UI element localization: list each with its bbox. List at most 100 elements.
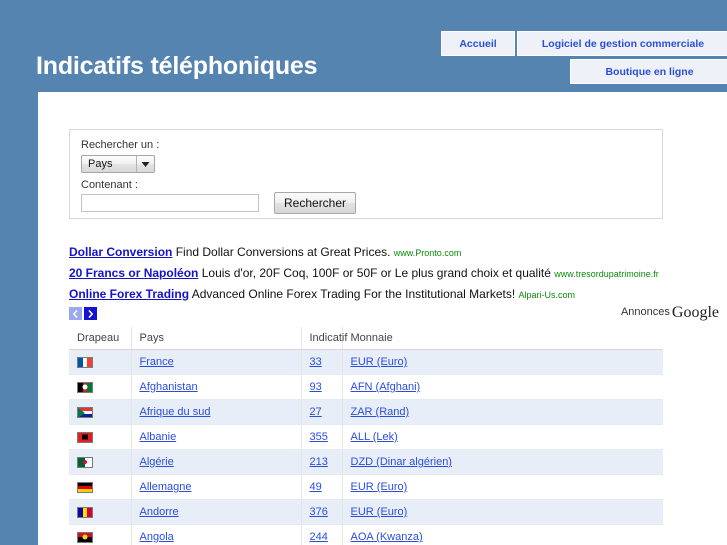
ads-attribution-label: Annonces	[620, 306, 670, 318]
cell-flag	[69, 524, 132, 545]
search-input[interactable]	[81, 194, 259, 212]
cell-indicatif: 27	[301, 399, 343, 425]
cell-monnaie: ZAR (Rand)	[342, 399, 663, 425]
nav-tab-logiciel[interactable]: Logiciel de gestion commerciale	[517, 31, 727, 56]
search-submit-button[interactable]: Rechercher	[274, 192, 357, 214]
cell-monnaie: AFN (Afghani)	[342, 374, 663, 400]
code-link[interactable]: 244	[310, 531, 328, 543]
country-link[interactable]: Albanie	[140, 431, 177, 443]
table-header-row: Drapeau Pays Indicatif Monnaie	[69, 327, 663, 350]
table-row: Albanie 355 ALL (Lek)	[69, 424, 663, 450]
code-link[interactable]: 33	[310, 356, 322, 368]
column-header-pays: Pays	[131, 327, 302, 350]
search-form: Rechercher un : Pays Contenant : Recherc…	[69, 129, 663, 219]
currency-link[interactable]: ALL (Lek)	[351, 431, 398, 443]
search-contains-label: Contenant :	[81, 179, 138, 191]
country-link[interactable]: Algérie	[140, 456, 174, 468]
flag-andorre-icon	[77, 506, 93, 518]
ads-attribution: Annonces Google	[621, 304, 719, 322]
column-header-drapeau: Drapeau	[69, 327, 132, 350]
code-link[interactable]: 355	[310, 431, 328, 443]
country-link[interactable]: Afghanistan	[140, 381, 198, 393]
table-row: Andorre 376 EUR (Euro)	[69, 499, 663, 525]
cell-indicatif: 33	[301, 349, 343, 375]
table-row: Afrique du sud 27 ZAR (Rand)	[69, 399, 663, 425]
cell-flag	[69, 474, 132, 500]
ad-description: Advanced Online Forex Trading For the In…	[191, 287, 516, 301]
table-row: Angola 244 AOA (Kwanza)	[69, 524, 663, 545]
cell-pays: Algérie	[131, 449, 302, 475]
ad-item: Dollar Conversion Find Dollar Conversion…	[69, 242, 721, 263]
column-header-indicatif: Indicatif	[301, 327, 347, 350]
country-link[interactable]: Allemagne	[140, 481, 192, 493]
currency-link[interactable]: AFN (Afghani)	[351, 381, 421, 393]
cell-monnaie: EUR (Euro)	[342, 474, 663, 500]
search-type-label: Rechercher un :	[81, 139, 160, 151]
search-type-select[interactable]: Pays	[81, 155, 155, 173]
cell-pays: Angola	[131, 524, 302, 545]
country-link[interactable]: France	[140, 356, 174, 368]
table-row: Algérie 213 DZD (Dinar algérien)	[69, 449, 663, 475]
chevron-down-icon	[136, 156, 154, 172]
cell-indicatif: 93	[301, 374, 343, 400]
cell-pays: Afrique du sud	[131, 399, 302, 425]
ad-description: Louis d'or, 20F Coq, 100F or 50F or Le p…	[201, 266, 551, 280]
chevron-left-icon[interactable]	[69, 307, 82, 320]
flag-angola-icon	[77, 531, 93, 543]
flag-allemagne-icon	[77, 481, 93, 493]
cell-flag	[69, 399, 132, 425]
table-row: France 33 EUR (Euro)	[69, 349, 663, 375]
ad-url[interactable]: www.Pronto.com	[394, 248, 462, 258]
nav-tab-boutique[interactable]: Boutique en ligne	[570, 59, 727, 84]
country-link[interactable]: Afrique du sud	[140, 406, 211, 418]
cell-flag	[69, 374, 132, 400]
currency-link[interactable]: EUR (Euro)	[351, 506, 408, 518]
flag-albanie-icon	[77, 431, 93, 443]
cell-indicatif: 49	[301, 474, 343, 500]
cell-indicatif: 244	[301, 524, 343, 545]
cell-pays: France	[131, 349, 302, 375]
nav-tab-accueil[interactable]: Accueil	[441, 31, 515, 56]
page-title: Indicatifs téléphoniques	[36, 52, 318, 80]
ad-title[interactable]: Dollar Conversion	[69, 245, 172, 259]
ad-item: Online Forex Trading Advanced Online For…	[69, 284, 721, 305]
cell-pays: Allemagne	[131, 474, 302, 500]
currency-link[interactable]: AOA (Kwanza)	[351, 531, 423, 543]
currency-link[interactable]: DZD (Dinar algérien)	[351, 456, 452, 468]
ad-item: 20 Francs or Napoléon Louis d'or, 20F Co…	[69, 263, 721, 284]
country-link[interactable]: Andorre	[140, 506, 179, 518]
currency-link[interactable]: EUR (Euro)	[351, 481, 408, 493]
content-panel: Rechercher un : Pays Contenant : Recherc…	[38, 92, 727, 545]
chevron-right-icon[interactable]	[84, 307, 97, 320]
ad-url[interactable]: www.tresordupatrimoine.fr	[554, 269, 659, 279]
cell-monnaie: EUR (Euro)	[342, 349, 663, 375]
currency-link[interactable]: ZAR (Rand)	[351, 406, 410, 418]
currency-link[interactable]: EUR (Euro)	[351, 356, 408, 368]
site-header: Indicatifs téléphoniques Accueil Logicie…	[0, 0, 727, 92]
country-link[interactable]: Angola	[140, 531, 174, 543]
cell-pays: Andorre	[131, 499, 302, 525]
code-link[interactable]: 49	[310, 481, 322, 493]
cell-indicatif: 213	[301, 449, 343, 475]
table-row: Afghanistan 93 AFN (Afghani)	[69, 374, 663, 400]
code-link[interactable]: 376	[310, 506, 328, 518]
flag-algerie-icon	[77, 456, 93, 468]
ad-url[interactable]: Alpari-Us.com	[519, 290, 576, 300]
cell-pays: Albanie	[131, 424, 302, 450]
cell-indicatif: 376	[301, 499, 343, 525]
main-navigation: Accueil Logiciel de gestion commerciale …	[441, 31, 727, 89]
cell-flag	[69, 349, 132, 375]
code-link[interactable]: 93	[310, 381, 322, 393]
ad-description: Find Dollar Conversions at Great Prices.	[175, 245, 391, 259]
code-link[interactable]: 213	[310, 456, 328, 468]
column-header-monnaie: Monnaie	[342, 327, 663, 350]
flag-afrique-du-sud-icon	[77, 406, 93, 418]
code-link[interactable]: 27	[310, 406, 322, 418]
ad-title[interactable]: Online Forex Trading	[69, 287, 189, 301]
ads-pagination	[69, 307, 97, 320]
cell-pays: Afghanistan	[131, 374, 302, 400]
search-type-select-value: Pays	[88, 158, 113, 170]
flag-france-icon	[77, 356, 93, 368]
ad-title[interactable]: 20 Francs or Napoléon	[69, 266, 198, 280]
cell-monnaie: ALL (Lek)	[342, 424, 663, 450]
